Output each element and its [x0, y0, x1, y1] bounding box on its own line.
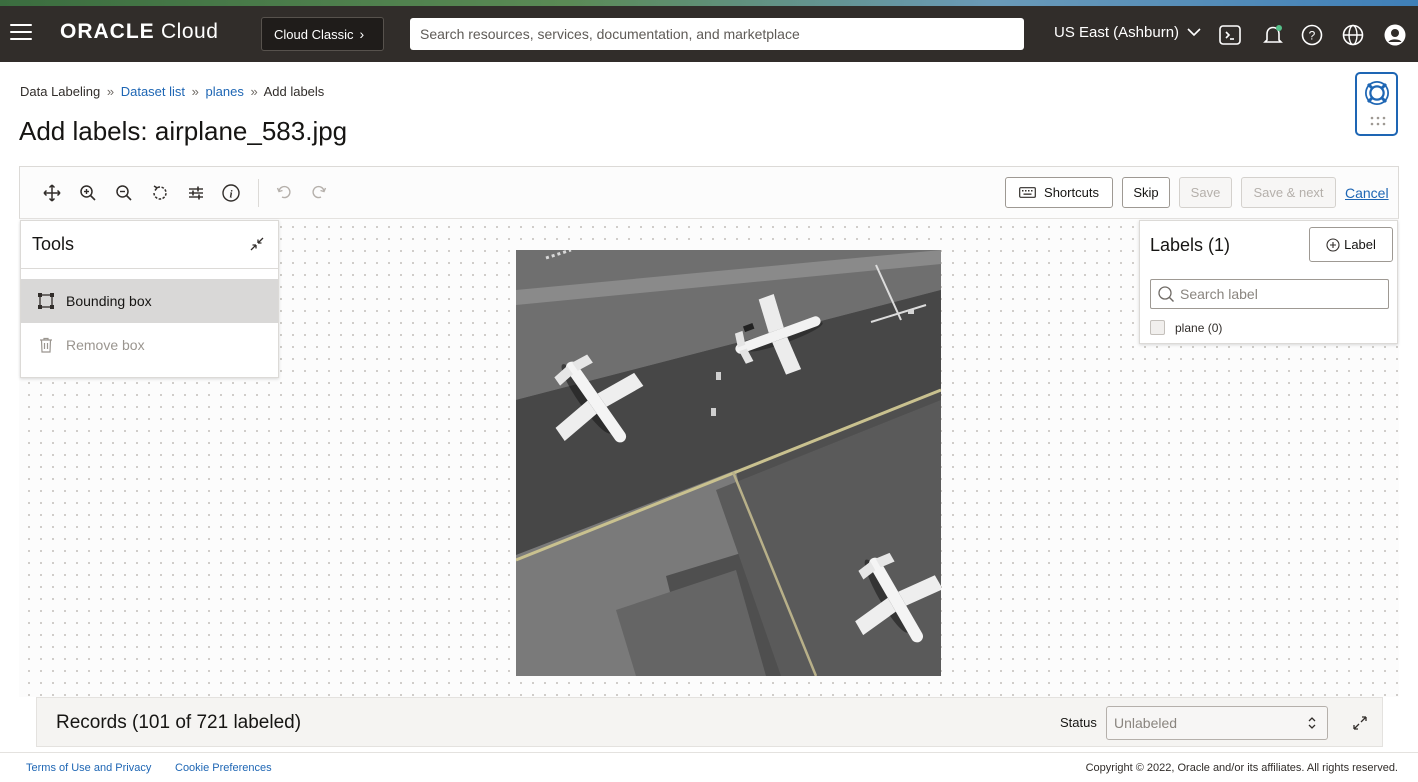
- aerial-airplanes-image: [516, 250, 941, 676]
- expand-icon[interactable]: [1350, 713, 1370, 733]
- breadcrumb-separator: »: [250, 84, 258, 99]
- label-option-text: plane (0): [1175, 320, 1223, 335]
- svg-text:i: i: [229, 189, 233, 201]
- trash-icon: [40, 337, 52, 353]
- label-option-plane[interactable]: plane (0): [1150, 320, 1222, 335]
- breadcrumb-separator: »: [191, 84, 199, 99]
- cancel-link[interactable]: Cancel: [1345, 185, 1389, 201]
- global-header: ORACLE Cloud Cloud Classic › Search reso…: [0, 6, 1418, 62]
- labels-panel: Labels (1) Label Search label plane (0): [1139, 220, 1398, 344]
- page-title: Add labels: airplane_583.jpg: [19, 116, 348, 146]
- add-label-text: Label: [1344, 237, 1376, 252]
- cookie-preferences-link[interactable]: Cookie Preferences: [175, 762, 272, 774]
- status-select[interactable]: Unlabeled: [1106, 706, 1328, 740]
- annotation-toolbar: i Shortcuts Skip Save Save & next Cancel: [19, 166, 1399, 219]
- svg-text:?: ?: [1309, 29, 1316, 43]
- labels-panel-title: Labels (1): [1150, 235, 1231, 255]
- navigation-menu-icon[interactable]: [10, 24, 32, 42]
- status-select-value: Unlabeled: [1114, 715, 1178, 731]
- records-bar: Records (101 of 721 labeled) Status Unla…: [36, 697, 1383, 747]
- tool-remove-box[interactable]: Remove box: [21, 323, 278, 367]
- breadcrumb-dataset-link[interactable]: planes: [206, 84, 244, 99]
- breadcrumb-current: Add labels: [263, 84, 325, 99]
- breadcrumb-separator: »: [106, 84, 115, 99]
- annotation-image[interactable]: [516, 250, 941, 676]
- skip-label: Skip: [1133, 185, 1159, 200]
- page-footer: Terms of Use and Privacy Cookie Preferen…: [0, 752, 1418, 782]
- help-widget[interactable]: [1355, 72, 1398, 136]
- collapse-panel-icon[interactable]: [248, 235, 266, 253]
- tool-bounding-box-label: Bounding box: [66, 293, 152, 309]
- move-icon[interactable]: [42, 183, 62, 203]
- search-icon: [1158, 286, 1174, 302]
- redo-icon[interactable]: [309, 183, 329, 203]
- logo-product: Cloud: [161, 20, 219, 43]
- chevron-down-icon: [1187, 28, 1201, 37]
- global-search-input[interactable]: Search resources, services, documentatio…: [410, 18, 1024, 50]
- zoom-in-icon[interactable]: [78, 183, 98, 203]
- terms-link[interactable]: Terms of Use and Privacy: [26, 762, 151, 774]
- cloud-shell-icon[interactable]: [1218, 23, 1242, 47]
- save-and-next-button[interactable]: Save & next: [1241, 177, 1336, 208]
- info-icon[interactable]: i: [221, 183, 241, 203]
- breadcrumb: Data Labeling » Dataset list » planes » …: [20, 84, 324, 99]
- drag-grip-icon: [1370, 116, 1386, 126]
- breadcrumb-root: Data Labeling: [20, 84, 101, 99]
- shortcuts-button[interactable]: Shortcuts: [1005, 177, 1113, 208]
- copyright-text: Copyright © 2022, Oracle and/or its affi…: [1085, 762, 1398, 774]
- toolbar-divider: [258, 179, 259, 207]
- undo-icon[interactable]: [274, 183, 294, 203]
- keyboard-icon: [1019, 187, 1036, 198]
- tool-bounding-box[interactable]: Bounding box: [21, 279, 278, 323]
- tool-remove-box-label: Remove box: [66, 337, 145, 353]
- help-icon[interactable]: ?: [1300, 23, 1324, 47]
- region-label: US East (Ashburn): [1054, 24, 1180, 41]
- status-label: Status: [1060, 715, 1097, 730]
- skip-button[interactable]: Skip: [1122, 177, 1170, 208]
- save-button[interactable]: Save: [1179, 177, 1232, 208]
- language-globe-icon[interactable]: [1341, 23, 1365, 47]
- cloud-classic-label: Cloud Classic: [274, 26, 354, 42]
- shortcuts-label: Shortcuts: [1044, 185, 1099, 200]
- tools-panel-header: Tools: [21, 221, 278, 269]
- save-label: Save: [1190, 185, 1221, 200]
- select-updown-icon: [1308, 717, 1316, 729]
- lifebuoy-icon: [1365, 81, 1389, 105]
- add-label-button[interactable]: Label: [1309, 227, 1393, 262]
- label-checkbox[interactable]: [1150, 320, 1165, 335]
- plus-circle-icon: [1326, 237, 1340, 252]
- notification-bell-icon[interactable]: [1261, 23, 1285, 47]
- chevron-right-icon: ›: [359, 26, 365, 42]
- breadcrumb-dataset-list-link[interactable]: Dataset list: [121, 84, 185, 99]
- reset-rotate-icon[interactable]: [150, 183, 170, 203]
- tools-panel-title: Tools: [32, 234, 75, 254]
- logo-brand: ORACLE: [60, 20, 155, 43]
- label-search-placeholder: Search label: [1180, 286, 1258, 302]
- adjust-sliders-icon[interactable]: [186, 183, 206, 203]
- oracle-cloud-logo[interactable]: ORACLE Cloud: [60, 20, 218, 44]
- cloud-classic-button[interactable]: Cloud Classic ›: [261, 17, 384, 51]
- global-search-placeholder: Search resources, services, documentatio…: [420, 26, 800, 42]
- tools-panel: Tools Bounding box Remove box: [20, 220, 279, 378]
- save-and-next-label: Save & next: [1253, 185, 1324, 200]
- label-search-input[interactable]: Search label: [1150, 279, 1389, 309]
- region-selector[interactable]: US East (Ashburn): [1054, 24, 1201, 41]
- records-title: Records (101 of 721 labeled): [56, 712, 302, 733]
- zoom-out-icon[interactable]: [114, 183, 134, 203]
- bounding-box-icon: [38, 293, 54, 309]
- user-profile-icon[interactable]: [1383, 23, 1407, 47]
